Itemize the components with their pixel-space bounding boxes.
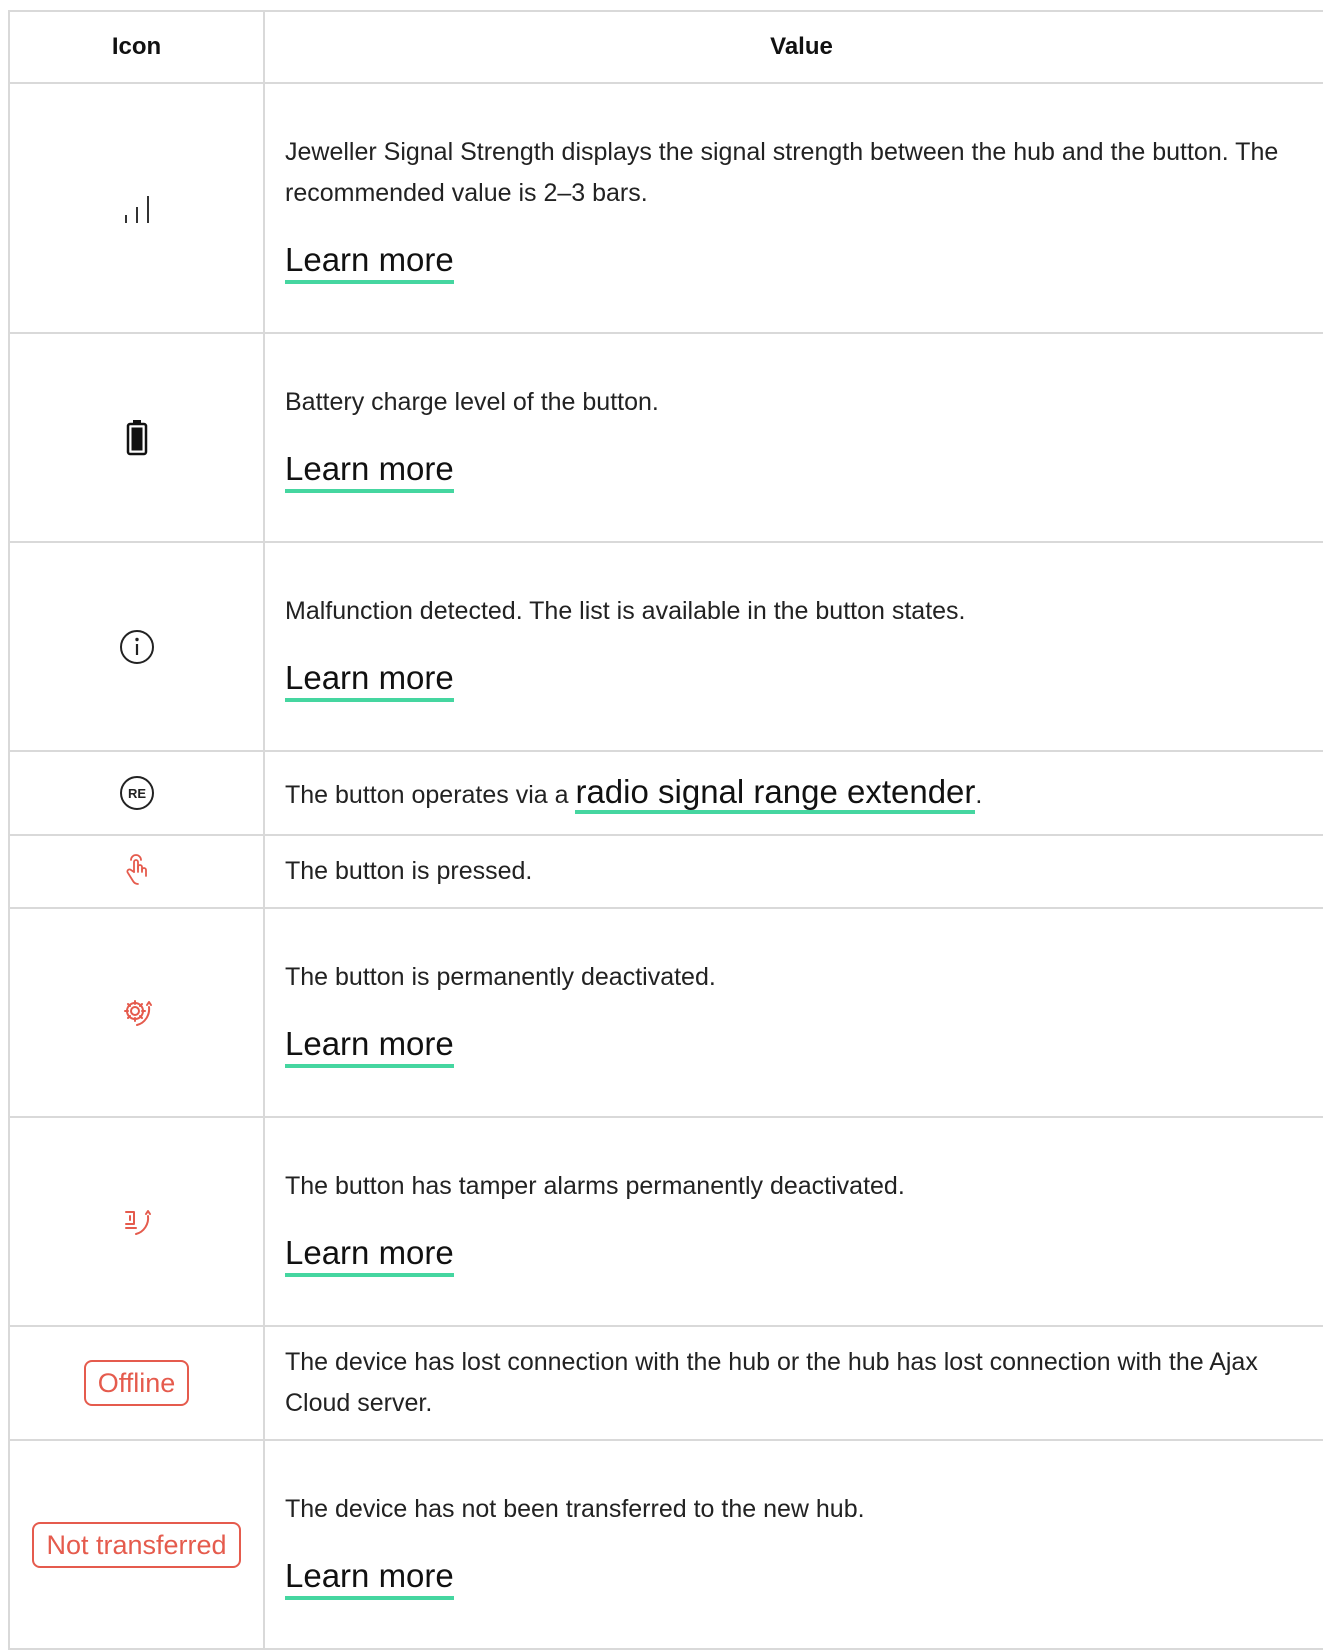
description-text: The button operates via a [285,780,576,809]
gear-deactivated-icon [117,999,157,1026]
icon-cell [8,82,265,334]
row-description: The device has not been transferred to t… [285,1495,865,1523]
re-icon: RE [117,776,157,810]
table-row: Not transferred The device has not been … [8,1439,1323,1650]
row-description: Malfunction detected. The list is availa… [285,597,966,625]
value-cell: Jeweller Signal Strength displays the si… [263,82,1323,334]
description-text-end: . [975,780,983,809]
value-cell: The button is permanently deactivated. L… [263,907,1323,1118]
icon-cell [8,834,265,909]
learn-more-link[interactable]: Learn more [285,1233,454,1277]
table-row: Jeweller Signal Strength displays the si… [8,82,1323,334]
header-value: Value [263,10,1323,84]
signal-strength-icon [117,196,157,223]
row-description: The button is pressed. [285,857,533,885]
value-cell: Battery charge level of the button. Lear… [263,332,1323,543]
icons-table-container: Icon Value Jeweller Signal Strength disp… [8,10,1323,1650]
table-header-row: Icon Value [8,10,1323,84]
value-cell: The device has not been transferred to t… [263,1439,1323,1650]
icon-cell: Not transferred [8,1439,265,1650]
range-extender-link[interactable]: radio signal range extender [575,772,976,814]
icon-cell: RE [8,750,265,836]
learn-more-link[interactable]: Learn more [285,240,454,284]
tamper-deactivated-icon [117,1209,157,1235]
row-description: The device has lost connection with the … [285,1348,1258,1417]
row-description: The button operates via a radio signal r… [285,771,1298,816]
table-row: The button is permanently deactivated. L… [8,907,1323,1118]
not-transferred-badge: Not transferred [32,1521,241,1568]
table-row: Offline The device has lost connection w… [8,1325,1323,1441]
table-row: Battery charge level of the button. Lear… [8,332,1323,543]
icon-cell [8,541,265,752]
row-description: The button has tamper alarms permanently… [285,1172,905,1200]
learn-more-link[interactable]: Learn more [285,1556,454,1600]
icon-cell [8,332,265,543]
learn-more-link[interactable]: Learn more [285,1024,454,1068]
value-cell: The button has tamper alarms permanently… [263,1116,1323,1327]
svg-text:RE: RE [127,786,145,801]
battery-icon [123,419,151,455]
table-row: Malfunction detected. The list is availa… [8,541,1323,752]
offline-badge: Offline [83,1360,190,1406]
table-row: The button has tamper alarms permanently… [8,1116,1323,1327]
header-icon: Icon [8,10,265,84]
value-cell: The device has lost connection with the … [263,1325,1323,1441]
icon-cell: Offline [8,1325,265,1441]
info-icon [117,629,157,664]
learn-more-link[interactable]: Learn more [285,449,454,493]
row-description: The button is permanently deactivated. [285,963,716,991]
value-cell: The button is pressed. [263,834,1323,909]
table-row: The button is pressed. [8,834,1323,909]
learn-more-link[interactable]: Learn more [285,658,454,702]
hand-press-icon [117,853,157,885]
value-cell: The button operates via a radio signal r… [263,750,1323,836]
icons-table: Icon Value Jeweller Signal Strength disp… [8,10,1323,1650]
table-row: RE The button operates via a radio signa… [8,750,1323,836]
value-cell: Malfunction detected. The list is availa… [263,541,1323,752]
icon-cell [8,1116,265,1327]
row-description: Battery charge level of the button. [285,388,659,416]
row-description: Jeweller Signal Strength displays the si… [285,138,1279,207]
icon-cell [8,907,265,1118]
